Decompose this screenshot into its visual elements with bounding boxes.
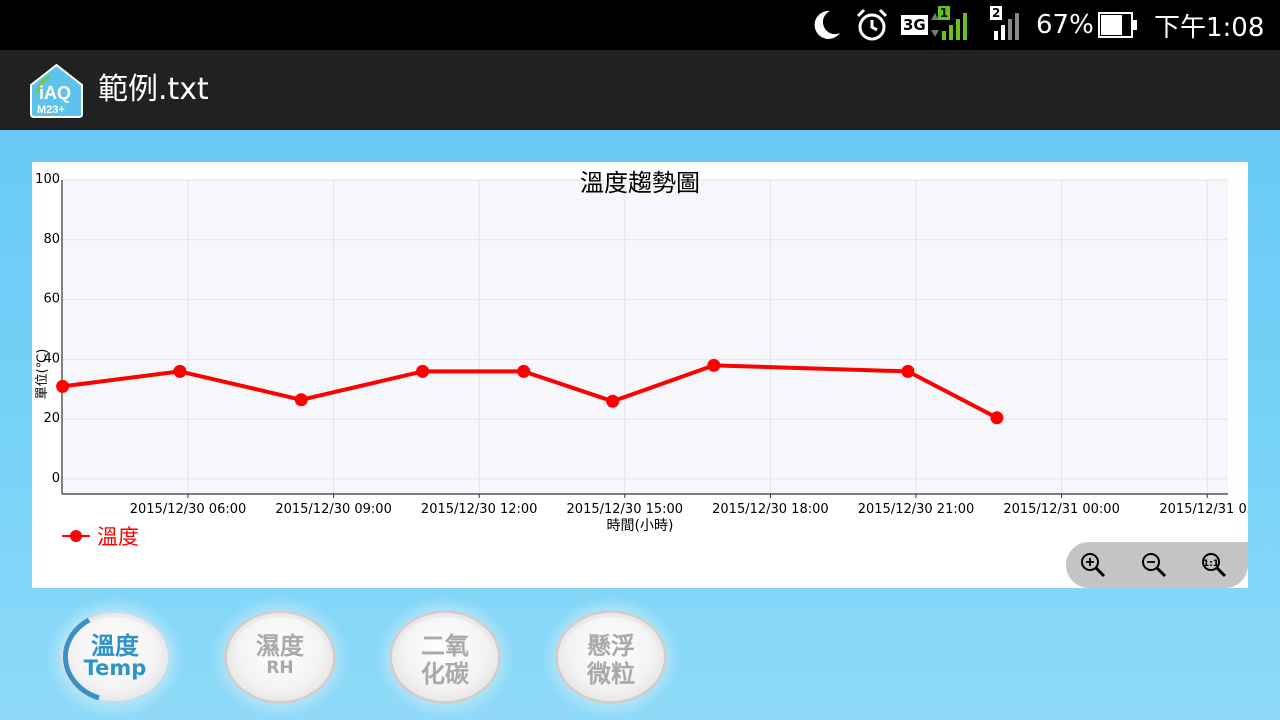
zoom-out-icon[interactable] <box>1139 550 1169 580</box>
data-point <box>416 364 430 378</box>
nav-temp-button[interactable]: 溫度 Temp <box>45 596 185 718</box>
zoom-controls: 1:1 <box>1066 542 1248 588</box>
y-tick-label: 60 <box>43 292 60 307</box>
status-bar: 3G 1 2 67% 下午1:08 <box>0 0 1280 50</box>
x-axis-label: 時間(小時) <box>607 518 674 534</box>
zoom-in-icon[interactable] <box>1078 550 1108 580</box>
legend-marker <box>70 530 82 542</box>
x-tick-label: 2015/12/30 21:00 <box>858 502 975 517</box>
x-tick-label: 2015/12/30 15:00 <box>567 502 684 517</box>
y-tick-labels: 020406080100 <box>35 172 60 486</box>
chart-panel[interactable]: 0 20 40 60 80 100 2015/12/30 06:00 2015/12/30 … <box>32 162 1248 588</box>
nav-temp-sublabel: Temp <box>83 656 147 680</box>
y-axis-label: 單位(℃) <box>35 349 50 400</box>
svg-text:M23+: M23+ <box>37 104 65 116</box>
legend-label: 溫度 <box>97 525 139 549</box>
svg-text:1:1: 1:1 <box>1203 559 1219 569</box>
app-bar: iAQ M23+ 範例.txt <box>0 50 1280 130</box>
x-tick-labels: 2015/12/30 06:00 2015/12/30 09:00 2015/12/… <box>130 494 1248 517</box>
x-tick-label: 2015/12/30 12:00 <box>421 502 538 517</box>
battery-icon <box>1098 0 1140 50</box>
plot-area <box>62 180 1228 494</box>
app-title: 範例.txt <box>98 72 209 107</box>
signal-3g-icon: 3G 1 <box>901 0 973 50</box>
clock: 下午1:08 <box>1154 12 1265 43</box>
data-point <box>990 411 1004 425</box>
nav-rh-label: 濕度 <box>256 632 304 660</box>
y-tick-label: 0 <box>52 471 60 486</box>
data-point <box>606 394 620 408</box>
battery-percent: 67% <box>1036 10 1094 40</box>
data-point <box>901 364 915 378</box>
chart-title: 溫度趨勢圖 <box>580 169 700 197</box>
svg-text:iAQ: iAQ <box>39 83 71 103</box>
zoom-reset-icon[interactable]: 1:1 <box>1199 550 1229 580</box>
x-tick-label: 2015/12/31 03 <box>1159 502 1248 517</box>
y-tick-label: 20 <box>43 411 60 426</box>
nav-co2-sublabel: 化碳 <box>421 660 469 688</box>
data-point <box>56 379 70 393</box>
data-point <box>707 358 721 372</box>
x-tick-label: 2015/12/30 18:00 <box>712 502 829 517</box>
nav-rh-button[interactable]: 濕度 RH <box>210 596 350 718</box>
data-point <box>294 393 308 407</box>
nav-rh-sublabel: RH <box>266 658 294 678</box>
data-point <box>517 364 531 378</box>
nav-pm-sublabel: 微粒 <box>587 660 635 688</box>
x-tick-label: 2015/12/31 00:00 <box>1003 502 1120 517</box>
x-tick-label: 2015/12/30 09:00 <box>275 502 392 517</box>
x-tick-label: 2015/12/30 06:00 <box>130 502 247 517</box>
app-logo: iAQ M23+ <box>29 63 84 118</box>
temperature-chart[interactable]: 020406080100 2015/12/30 06:00 2015/12/30 … <box>32 162 1248 588</box>
y-tick-label: 100 <box>35 172 60 187</box>
alarm-icon <box>854 0 892 50</box>
nav-pm-button[interactable]: 懸浮 微粒 <box>541 596 681 718</box>
nav-co2-button[interactable]: 二氧 化碳 <box>375 596 515 718</box>
y-tick-label: 80 <box>43 232 60 247</box>
legend: 溫度 <box>62 525 139 549</box>
moon-icon <box>806 0 846 50</box>
signal-2-icon: 2 <box>990 0 1028 50</box>
data-point <box>173 364 187 378</box>
